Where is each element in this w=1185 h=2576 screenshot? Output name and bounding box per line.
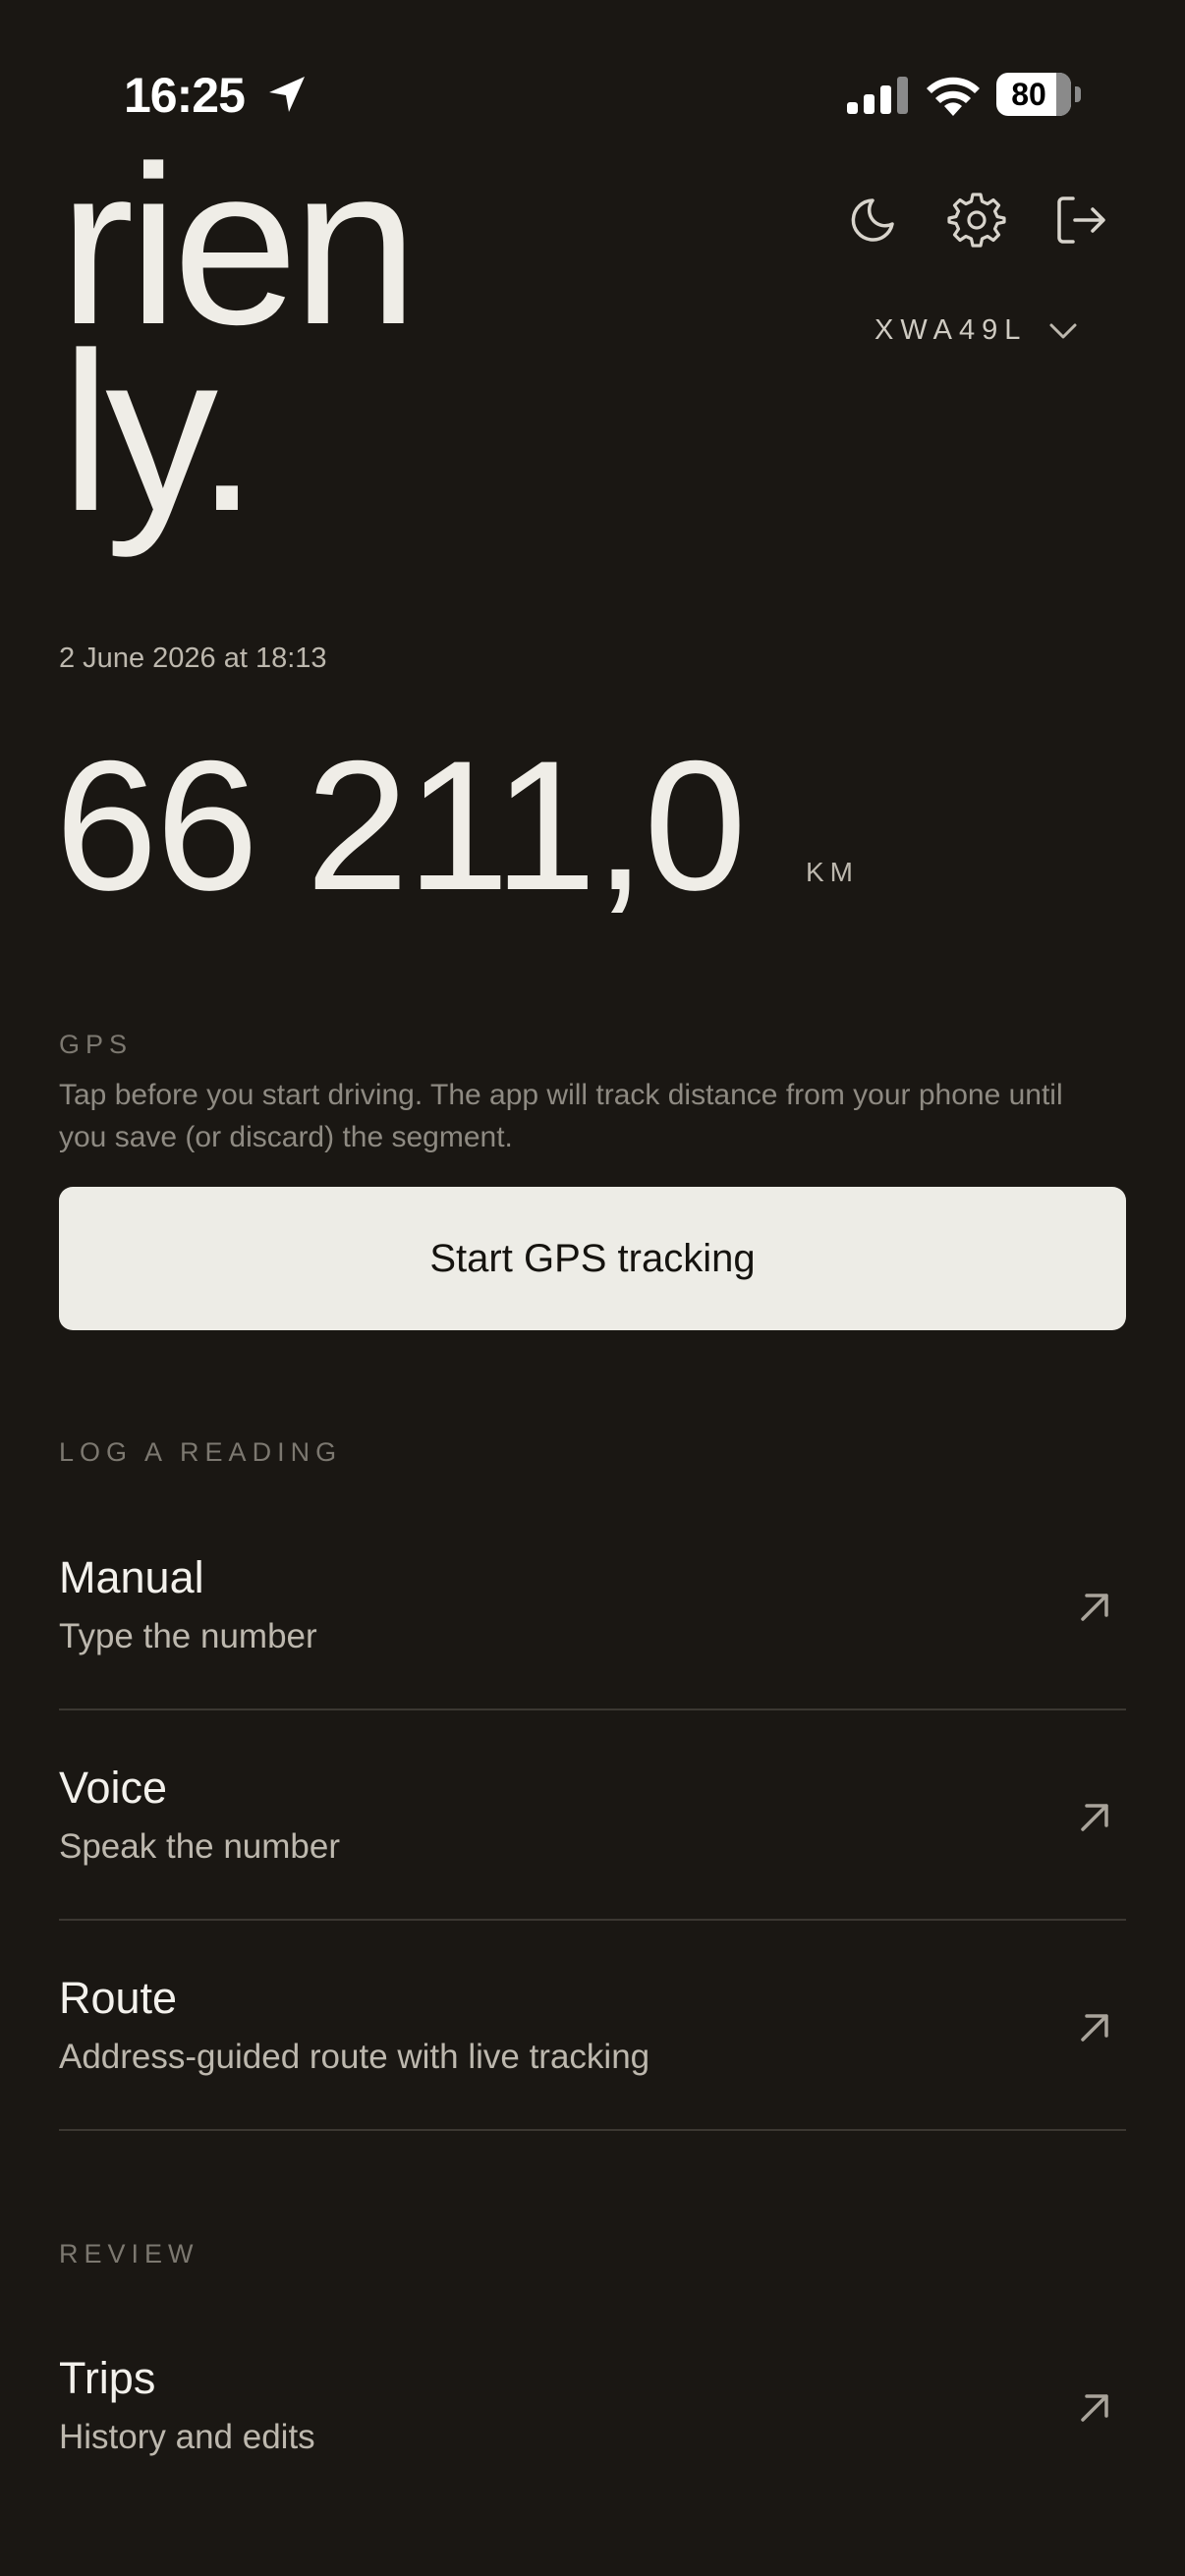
list-item-title: Manual xyxy=(59,1552,204,1602)
location-arrow-icon xyxy=(269,77,305,112)
vehicle-plate: XWA49L xyxy=(875,314,1028,346)
gps-description: Tap before you start driving. The app wi… xyxy=(59,1079,1063,1153)
gps-heading: GPS xyxy=(59,1030,134,1059)
odometer-unit: KM xyxy=(806,857,859,887)
logout-icon[interactable] xyxy=(1051,191,1110,250)
divider xyxy=(59,1919,1126,1921)
list-item-title: Voice xyxy=(59,1763,168,1813)
arrow-up-right-icon xyxy=(1081,2394,1108,2422)
battery-level: 80 xyxy=(1011,77,1046,112)
log-item-manual[interactable]: Manual Type the number xyxy=(59,1533,1126,1700)
start-gps-button[interactable]: Start GPS tracking xyxy=(59,1187,1126,1330)
reading-date: 2 June 2026 at 18:13 xyxy=(59,643,327,674)
status-time: 16:25 xyxy=(124,68,246,123)
vehicle-selector[interactable]: XWA49L xyxy=(875,314,1078,347)
log-item-route[interactable]: Route Address-guided route with live tra… xyxy=(59,1953,1126,2120)
review-heading: REVIEW xyxy=(59,2239,199,2268)
arrow-up-right-icon xyxy=(1081,1804,1108,1831)
list-item-subtitle: Speak the number xyxy=(59,1827,341,1866)
list-item-subtitle: Type the number xyxy=(59,1617,317,1655)
divider xyxy=(59,2129,1126,2131)
odometer-value: 66 211,0 xyxy=(55,722,747,928)
battery-icon: 80 xyxy=(996,73,1081,118)
list-item-subtitle: Address-guided route with live tracking xyxy=(59,2038,650,2076)
log-reading-heading: LOG A READING xyxy=(59,1437,343,1467)
wifi-icon xyxy=(927,77,980,116)
log-item-voice[interactable]: Voice Speak the number xyxy=(59,1743,1126,1910)
moon-icon[interactable] xyxy=(843,191,902,250)
gear-icon[interactable] xyxy=(947,191,1006,250)
list-item-subtitle: History and edits xyxy=(59,2418,315,2456)
signal-icon xyxy=(847,77,908,114)
app-logo-line2: ly. xyxy=(61,306,258,558)
review-item-trips[interactable]: Trips History and edits xyxy=(59,2333,1126,2500)
divider xyxy=(59,1708,1126,1710)
list-item-title: Route xyxy=(59,1973,178,2023)
arrow-up-right-icon xyxy=(1081,2014,1108,2042)
chevron-down-icon xyxy=(1049,323,1077,338)
arrow-up-right-icon xyxy=(1081,1594,1108,1621)
list-item-title: Trips xyxy=(59,2353,156,2403)
